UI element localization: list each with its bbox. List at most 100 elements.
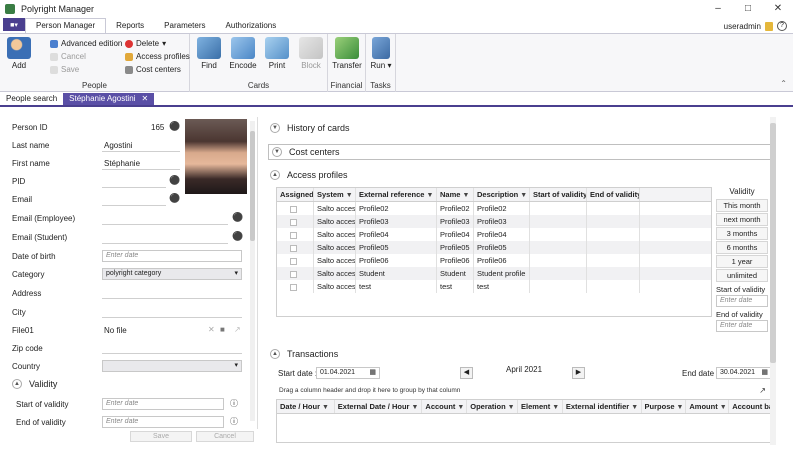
col-external-reference[interactable]: External reference ▼ xyxy=(356,188,437,201)
table-row[interactable]: Salto access Profile05 Profile05 Profile… xyxy=(277,241,711,254)
advanced-edition-button[interactable]: Advanced edition xyxy=(50,39,122,48)
country-select[interactable]: ▾ xyxy=(102,360,242,372)
access-profiles-button[interactable]: Access profiles xyxy=(125,52,190,61)
open-file-icon[interactable]: ↗ xyxy=(234,325,241,334)
assigned-checkbox[interactable] xyxy=(290,231,297,239)
col-account-balance[interactable]: Account ba xyxy=(729,400,771,413)
zip-code-field[interactable] xyxy=(102,353,242,354)
form-scrollbar[interactable] xyxy=(250,121,255,421)
validity-next-month-button[interactable]: next month xyxy=(716,213,768,226)
assigned-checkbox[interactable] xyxy=(290,218,297,226)
cost-centers-header[interactable]: ▼ Cost centers xyxy=(268,144,773,160)
help-icon[interactable]: ⓘ xyxy=(230,416,238,427)
block-button[interactable]: Block xyxy=(294,37,328,70)
remove-file-icon[interactable]: ✕ xyxy=(208,325,215,334)
minimize-button[interactable]: – xyxy=(703,0,733,18)
col-external-date-hour[interactable]: External Date / Hour ▼ xyxy=(335,400,423,413)
validity-6-months-button[interactable]: 6 months xyxy=(716,241,768,254)
col-system[interactable]: System ▼ xyxy=(314,188,356,201)
table-row[interactable]: Salto access test test test xyxy=(277,280,711,293)
col-end-of-validity[interactable]: End of validity xyxy=(587,188,640,201)
history-of-cards-header[interactable]: ▼ History of cards xyxy=(270,123,350,133)
date-of-birth-input[interactable]: Enter date xyxy=(102,250,242,262)
details-scrollbar[interactable] xyxy=(770,117,776,445)
city-field[interactable] xyxy=(102,317,242,318)
tab-reports[interactable]: Reports xyxy=(106,19,154,33)
table-row[interactable]: Salto access Student Student Student pro… xyxy=(277,267,711,280)
end-date-input[interactable]: 30.04.2021 ▦ xyxy=(716,367,772,379)
category-select[interactable]: polyright category ▾ xyxy=(102,268,242,280)
tab-person-detail[interactable]: Stéphanie Agostini ✕ xyxy=(63,93,155,105)
find-button[interactable]: Find xyxy=(192,37,226,70)
assigned-checkbox[interactable] xyxy=(290,283,297,291)
table-row[interactable]: Salto access Profile04 Profile04 Profile… xyxy=(277,228,711,241)
app-menu-button[interactable]: ■▾ xyxy=(3,18,25,31)
save-ribbon-button[interactable]: Save xyxy=(50,65,79,74)
table-row[interactable]: Salto access Profile06 Profile06 Profile… xyxy=(277,254,711,267)
add-button[interactable]: Add xyxy=(2,37,36,70)
export-icon[interactable]: ↗ xyxy=(759,385,766,397)
close-button[interactable]: ✕ xyxy=(763,0,793,18)
help-icon[interactable]: ? xyxy=(777,21,787,31)
assigned-checkbox[interactable] xyxy=(290,257,297,265)
calendar-icon[interactable]: ▦ xyxy=(761,368,768,378)
next-month-button[interactable]: ▶ xyxy=(572,367,585,379)
tab-parameters[interactable]: Parameters xyxy=(154,19,215,33)
col-element[interactable]: Element ▼ xyxy=(518,400,563,413)
col-date-hour[interactable]: Date / Hour ▼ xyxy=(277,400,335,413)
col-account[interactable]: Account ▼ xyxy=(422,400,468,413)
validity-section-header[interactable]: ▲ Validity xyxy=(12,379,57,389)
first-name-field[interactable]: Stéphanie xyxy=(104,159,140,168)
cancel-ribbon-button[interactable]: Cancel xyxy=(50,52,86,61)
validity-unlimited-button[interactable]: unlimited xyxy=(716,269,768,282)
tab-person-manager[interactable]: Person Manager xyxy=(25,18,107,33)
tab-authorizations[interactable]: Authorizations xyxy=(216,19,287,33)
transactions-header[interactable]: ▲ Transactions xyxy=(270,349,338,359)
run-button[interactable]: Run ▾ xyxy=(364,37,398,70)
folder-icon[interactable]: ■ xyxy=(220,325,225,334)
table-row[interactable]: Salto access Profile02 Profile02 Profile… xyxy=(277,202,711,215)
print-button[interactable]: Print xyxy=(260,37,294,70)
col-operation[interactable]: Operation ▼ xyxy=(467,400,519,413)
calendar-icon[interactable]: ▦ xyxy=(369,368,376,378)
pid-field[interactable] xyxy=(102,187,166,188)
close-tab-icon[interactable]: ✕ xyxy=(141,93,148,105)
group-by-area[interactable]: Drag a column header and drop it here to… xyxy=(276,385,772,397)
access-profiles-header[interactable]: ▲ Access profiles xyxy=(270,170,348,180)
encode-button[interactable]: Encode xyxy=(226,37,260,70)
help-icon[interactable]: ⓘ xyxy=(230,398,238,409)
validity-end-input[interactable]: Enter date xyxy=(716,320,768,332)
email-field[interactable] xyxy=(102,205,166,206)
validity-1-year-button[interactable]: 1 year xyxy=(716,255,768,268)
col-purpose[interactable]: Purpose ▼ xyxy=(642,400,687,413)
maximize-button[interactable]: □ xyxy=(733,0,763,18)
cancel-button[interactable]: Cancel xyxy=(196,431,254,442)
col-start-of-validity[interactable]: Start of validity xyxy=(530,188,587,201)
transfer-button[interactable]: Transfer xyxy=(330,37,364,70)
col-description[interactable]: Description ▼ xyxy=(474,188,530,201)
last-name-field[interactable]: Agostini xyxy=(104,141,132,150)
tab-people-search[interactable]: People search xyxy=(0,93,63,105)
assigned-checkbox[interactable] xyxy=(290,205,297,213)
assigned-checkbox[interactable] xyxy=(290,244,297,252)
address-field[interactable] xyxy=(102,298,242,299)
email-student-field[interactable] xyxy=(102,243,228,244)
col-assigned[interactable]: Assigned xyxy=(277,188,314,201)
lock-icon[interactable] xyxy=(765,21,773,31)
col-external-identifier[interactable]: External identifier ▼ xyxy=(563,400,642,413)
end-of-validity-input[interactable]: Enter date xyxy=(102,416,224,428)
validity-3-months-button[interactable]: 3 months xyxy=(716,227,768,240)
validity-start-input[interactable]: Enter date xyxy=(716,295,768,307)
cost-centers-button[interactable]: Cost centers xyxy=(125,65,181,74)
email-employee-field[interactable] xyxy=(102,224,228,225)
collapse-ribbon-icon[interactable]: ⌃ xyxy=(780,79,787,88)
col-name[interactable]: Name ▼ xyxy=(437,188,474,201)
delete-button[interactable]: Delete ▾ xyxy=(125,39,166,48)
validity-this-month-button[interactable]: This month xyxy=(716,199,768,212)
start-date-input[interactable]: 01.04.2021 ▦ xyxy=(316,367,380,379)
table-row[interactable]: Salto access Profile03 Profile03 Profile… xyxy=(277,215,711,228)
previous-month-button[interactable]: ◀ xyxy=(460,367,473,379)
col-amount[interactable]: Amount ▼ xyxy=(686,400,730,413)
assigned-checkbox[interactable] xyxy=(290,270,297,278)
person-photo[interactable] xyxy=(185,119,247,194)
